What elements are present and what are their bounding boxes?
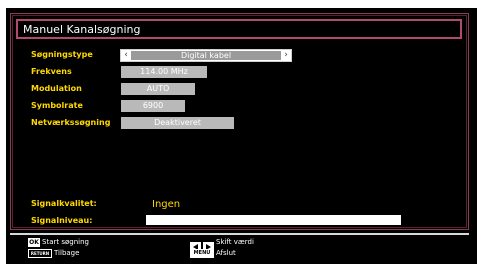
chevron-right-icon[interactable]: › <box>281 50 291 61</box>
help-exit-text: Afslut <box>216 249 236 257</box>
modulation-field[interactable]: AUTO <box>121 83 195 95</box>
modulation-label: Modulation <box>31 84 82 93</box>
network-search-label: Netværkssøgning <box>31 118 111 127</box>
network-search-field[interactable]: Deaktiveret <box>121 117 234 129</box>
chevron-left-icon[interactable]: ‹ <box>121 50 131 61</box>
menu-key-icon: MENU <box>190 249 214 258</box>
help-ok-text: Start søgning <box>42 238 89 246</box>
symbolrate-label: Symbolrate <box>31 101 83 110</box>
signal-level-label: Signalniveau: <box>31 216 93 225</box>
page-title: Manuel Kanalsøgning <box>23 23 141 36</box>
signal-quality-label: Signalkvalitet: <box>31 199 97 208</box>
signal-level-bar <box>146 215 401 225</box>
search-type-selector[interactable]: ‹ Digital kabel › <box>120 49 292 62</box>
symbolrate-field[interactable]: 6900 <box>121 100 185 112</box>
search-type-value: Digital kabel <box>131 51 281 60</box>
frequency-field[interactable]: 114.00 MHz <box>121 66 207 78</box>
help-change-value-text: Skift værdi <box>216 238 254 246</box>
title-bar: Manuel Kanalsøgning <box>16 19 462 39</box>
signal-quality-value: Ingen <box>152 199 181 210</box>
left-right-icon <box>190 237 214 252</box>
search-type-label: Søgningstype <box>31 50 93 59</box>
frequency-label: Frekvens <box>31 67 72 76</box>
help-divider <box>10 233 469 235</box>
ok-key-icon: OK <box>28 238 40 247</box>
help-return-text: Tilbage <box>54 249 80 257</box>
return-key-icon: RETURN <box>28 249 52 258</box>
